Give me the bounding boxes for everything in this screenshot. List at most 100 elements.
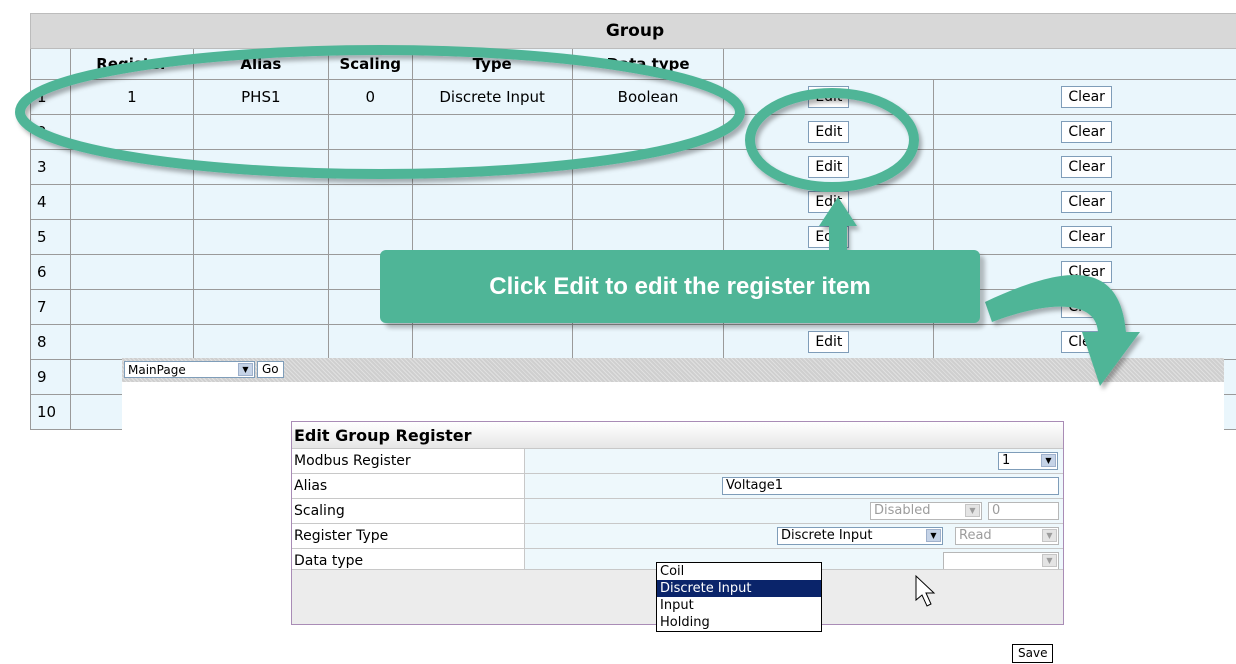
- option-input[interactable]: Input: [657, 597, 821, 614]
- column-header-alias: Alias: [192, 48, 329, 80]
- option-coil[interactable]: Coil: [657, 563, 821, 580]
- group-title: Group: [30, 13, 1236, 49]
- edit-button[interactable]: Edit: [808, 121, 850, 143]
- edit-cell: Edit: [723, 114, 935, 150]
- row-number-cell: 6: [30, 254, 71, 290]
- chevron-down-icon[interactable]: ▼: [926, 529, 941, 542]
- access-select[interactable]: Read ▼: [955, 527, 1059, 545]
- register-type-value-cell: Discrete Input ▼ Read ▼: [525, 524, 1063, 548]
- clear-button[interactable]: Clear: [1061, 331, 1112, 353]
- data-type-cell: [571, 114, 725, 150]
- option-discrete-input[interactable]: Discrete Input: [657, 580, 821, 597]
- chevron-down-icon[interactable]: ▼: [1042, 529, 1057, 542]
- scaling-value-input[interactable]: 0: [988, 502, 1059, 520]
- data-type-cell: [571, 149, 725, 185]
- scaling-label: Scaling: [292, 499, 525, 523]
- type-cell: [411, 184, 573, 220]
- table-row: 8 Edit Clear: [30, 324, 1236, 360]
- chevron-down-icon[interactable]: ▼: [238, 363, 253, 376]
- data-type-cell: [571, 324, 725, 360]
- clear-button[interactable]: Clear: [1061, 121, 1112, 143]
- scaling-cell: [327, 114, 413, 150]
- clear-button[interactable]: Clear: [1061, 156, 1112, 178]
- modbus-register-select-value: 1: [1002, 453, 1011, 468]
- clear-button[interactable]: Clear: [1061, 226, 1112, 248]
- clear-cell: Clear: [933, 114, 1236, 150]
- row-number-cell: 10: [30, 394, 71, 430]
- clear-cell: Clear: [933, 324, 1236, 360]
- edit-panel-title: Edit Group Register: [292, 422, 1063, 448]
- alias-row: Alias Voltage1: [292, 473, 1063, 498]
- option-holding[interactable]: Holding: [657, 614, 821, 631]
- edit-button[interactable]: Edit: [808, 191, 850, 213]
- edit-cell: Edit: [723, 324, 935, 360]
- table-row: 2 Edit Clear: [30, 114, 1236, 150]
- data-type-cell: [571, 184, 725, 220]
- table-row: 4 Edit Clear: [30, 184, 1236, 220]
- alias-cell: [192, 324, 329, 360]
- scaling-select-value: Disabled: [874, 503, 931, 518]
- column-header-data-type: Data type: [571, 48, 725, 80]
- column-header-type: Type: [411, 48, 573, 80]
- register-cell: 1: [69, 79, 194, 115]
- edit-button[interactable]: Edit: [808, 86, 850, 108]
- type-cell: [411, 149, 573, 185]
- modbus-register-row: Modbus Register 1 ▼: [292, 448, 1063, 473]
- scaling-row: Scaling Disabled ▼ 0: [292, 498, 1063, 523]
- data-type-cell: Boolean: [571, 79, 725, 115]
- register-type-dropdown-list[interactable]: Coil Discrete Input Input Holding: [656, 562, 822, 632]
- edit-button[interactable]: Edit: [808, 226, 850, 248]
- type-cell: [411, 114, 573, 150]
- go-button[interactable]: Go: [257, 361, 284, 378]
- chevron-down-icon[interactable]: ▼: [1042, 554, 1057, 567]
- alias-value-cell: Voltage1: [525, 474, 1063, 498]
- register-cell: [69, 219, 194, 255]
- type-cell: Discrete Input: [411, 79, 573, 115]
- alias-cell: [192, 114, 329, 150]
- edit-button[interactable]: Edit: [808, 331, 850, 353]
- chevron-down-icon[interactable]: ▼: [965, 504, 980, 517]
- table-row: 1 1 PHS1 0 Discrete Input Boolean Edit Clear: [30, 79, 1236, 115]
- clear-button[interactable]: Clear: [1061, 86, 1112, 108]
- page-select[interactable]: MainPage ▼: [124, 361, 255, 378]
- clear-cell: Clear: [933, 79, 1236, 115]
- row-number-cell: 1: [30, 79, 71, 115]
- clear-button[interactable]: Clear: [1061, 296, 1112, 318]
- register-cell: [69, 114, 194, 150]
- row-number-cell: 8: [30, 324, 71, 360]
- edit-cell: Edit: [723, 149, 935, 185]
- scaling-select[interactable]: Disabled ▼: [870, 502, 982, 520]
- data-type-select[interactable]: ▼: [943, 552, 1059, 570]
- access-select-value: Read: [959, 528, 992, 543]
- register-cell: [69, 149, 194, 185]
- scaling-cell: [327, 324, 413, 360]
- row-number-cell: 2: [30, 114, 71, 150]
- scaling-cell: 0: [327, 79, 413, 115]
- scaling-cell: [327, 184, 413, 220]
- clear-button[interactable]: Clear: [1061, 261, 1112, 283]
- scaling-value-cell: Disabled ▼ 0: [525, 499, 1063, 523]
- column-header-register: Register: [69, 48, 194, 80]
- register-cell: [69, 324, 194, 360]
- alias-cell: [192, 289, 329, 325]
- modbus-register-label: Modbus Register: [292, 449, 525, 473]
- register-cell: [69, 254, 194, 290]
- row-number-cell: 7: [30, 289, 71, 325]
- clear-button[interactable]: Clear: [1061, 191, 1112, 213]
- clear-cell: Clear: [933, 184, 1236, 220]
- register-type-select[interactable]: Discrete Input ▼: [777, 527, 943, 545]
- nav-bar: MainPage ▼ Go: [122, 358, 1224, 382]
- chevron-down-icon[interactable]: ▼: [1041, 454, 1056, 467]
- alias-input[interactable]: Voltage1: [722, 477, 1059, 495]
- row-number-cell: 5: [30, 219, 71, 255]
- table-row: 3 Edit Clear: [30, 149, 1236, 185]
- edit-button[interactable]: Edit: [808, 156, 850, 178]
- alias-cell: PHS1: [192, 79, 329, 115]
- clear-cell: Clear: [933, 219, 1236, 255]
- alias-label: Alias: [292, 474, 525, 498]
- modbus-register-value-cell: 1 ▼: [525, 449, 1063, 473]
- save-button[interactable]: Save: [1012, 644, 1054, 663]
- actions-header: [723, 48, 1236, 80]
- row-number-cell: 9: [30, 359, 71, 395]
- modbus-register-select[interactable]: 1 ▼: [998, 452, 1058, 470]
